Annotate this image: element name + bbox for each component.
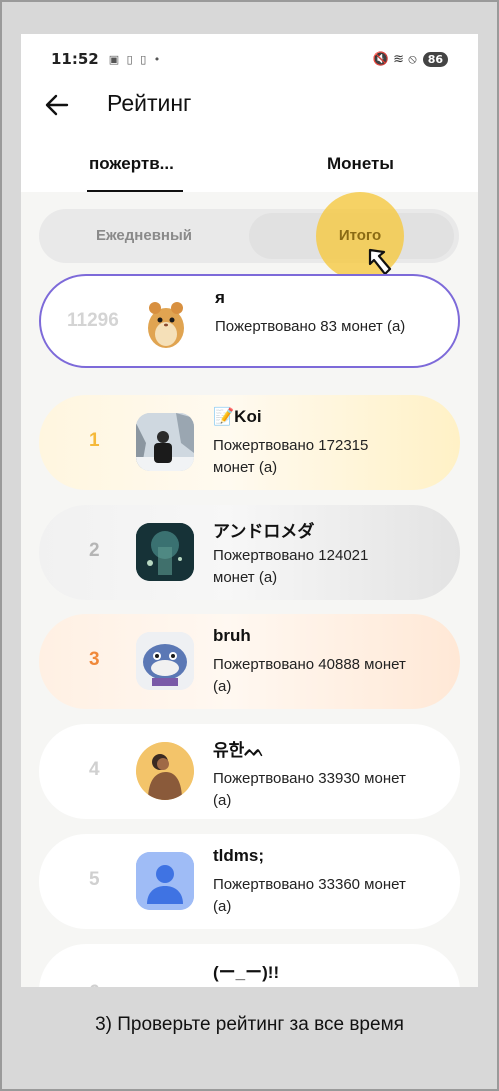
- list-item[interactable]: 3 bruh Пожертвовано 40888 монет (а): [39, 614, 460, 709]
- status-bar: 11:52 ▣ ▯ ▯ • 🔇 ≋ ⦸ 86: [21, 34, 478, 84]
- app-header: Рейтинг пожертв... Монеты: [21, 84, 478, 192]
- avatar: [136, 413, 194, 471]
- active-tab-indicator: [87, 190, 183, 192]
- list-item[interactable]: 5 tldms; Пожертвовано 33360 монет (а): [39, 834, 460, 929]
- user-name: bruh: [213, 626, 251, 645]
- avatar: [136, 742, 194, 800]
- tab-donations[interactable]: пожертв...: [89, 154, 174, 174]
- status-time: 11:52: [51, 50, 99, 68]
- default-avatar-icon: [136, 852, 194, 910]
- user-name: 유한ᨓ: [213, 741, 265, 760]
- donated-amount: Пожертвовано 124021 монет (а): [213, 547, 369, 586]
- notification-icons: ▣ ▯ ▯ •: [108, 52, 163, 66]
- instruction-caption: 3) Проверьте рейтинг за все время: [95, 1014, 404, 1035]
- my-rank-number: 11296: [67, 310, 119, 331]
- user-name: 📝Koi: [213, 407, 262, 426]
- list-item[interactable]: 6 (ー_ー)!!: [39, 944, 460, 987]
- donated-amount: Пожертвовано 172315 монет (а): [213, 437, 369, 476]
- user-name: アンドロメダ: [213, 522, 315, 541]
- status-right: 🔇 ≋ ⦸ 86: [372, 51, 448, 67]
- donated-amount: Пожертвовано 40888 монет (а): [213, 656, 406, 695]
- arrow-left-icon[interactable]: [43, 91, 73, 121]
- list-item[interactable]: 2 アンドロメダ Пожертвовано 124021 монет (а): [39, 505, 460, 600]
- rank-number: 5: [89, 869, 100, 890]
- my-name: я: [215, 288, 225, 307]
- avatar: [136, 632, 194, 690]
- page-title: Рейтинг: [107, 90, 192, 116]
- avatar: [136, 523, 194, 581]
- battery-badge: 86: [422, 51, 448, 67]
- user-name: (ー_ー)!!: [213, 963, 280, 982]
- avatar: [141, 294, 191, 352]
- rank-number: 4: [89, 759, 100, 780]
- rank-number: 3: [89, 649, 100, 670]
- my-rank-card[interactable]: 11296 я Пожертвовано 83 монет (а): [39, 274, 460, 368]
- phone-screen: 11:52 ▣ ▯ ▯ • 🔇 ≋ ⦸ 86 Рейтинг пожертв..…: [21, 34, 478, 987]
- segment-daily[interactable]: Ежедневный: [39, 209, 249, 263]
- tab-coins[interactable]: Монеты: [327, 154, 394, 174]
- system-icons: 🔇 ≋ ⦸: [372, 51, 417, 67]
- user-name: tldms;: [213, 846, 264, 865]
- donated-amount: Пожертвовано 33360 монет (а): [213, 876, 406, 915]
- rank-number: 2: [89, 540, 100, 561]
- rank-number: 1: [89, 430, 100, 451]
- list-item[interactable]: 4 유한ᨓ Пожертвовано 33930 монет (а): [39, 724, 460, 819]
- list-item[interactable]: 1 📝Koi Пожертвовано 172315 монет (а): [39, 395, 460, 490]
- donated-amount: Пожертвовано 33930 монет (а): [213, 770, 406, 809]
- rank-number: 6: [89, 982, 100, 987]
- my-donated: Пожертвовано 83 монет (а): [215, 318, 406, 335]
